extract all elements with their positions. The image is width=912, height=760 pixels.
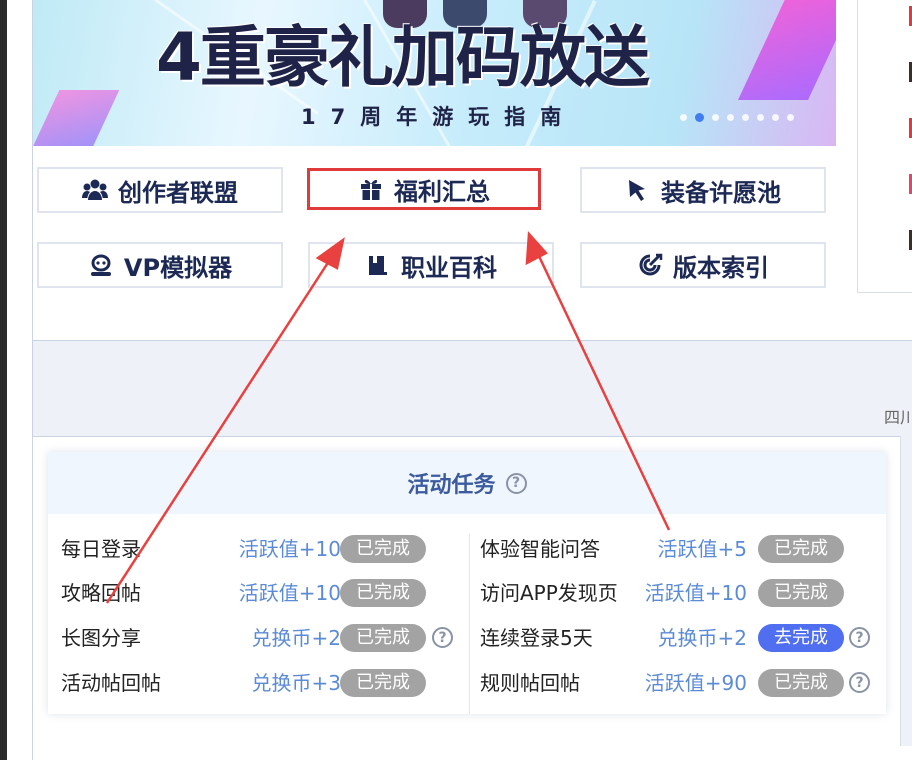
annotation-arrows [105, 230, 671, 604]
annotation-arrowhead [315, 237, 345, 270]
annotation-arrow-left [105, 257, 333, 604]
annotation-arrowhead [525, 230, 548, 266]
annotation-arrow-right [535, 251, 671, 531]
